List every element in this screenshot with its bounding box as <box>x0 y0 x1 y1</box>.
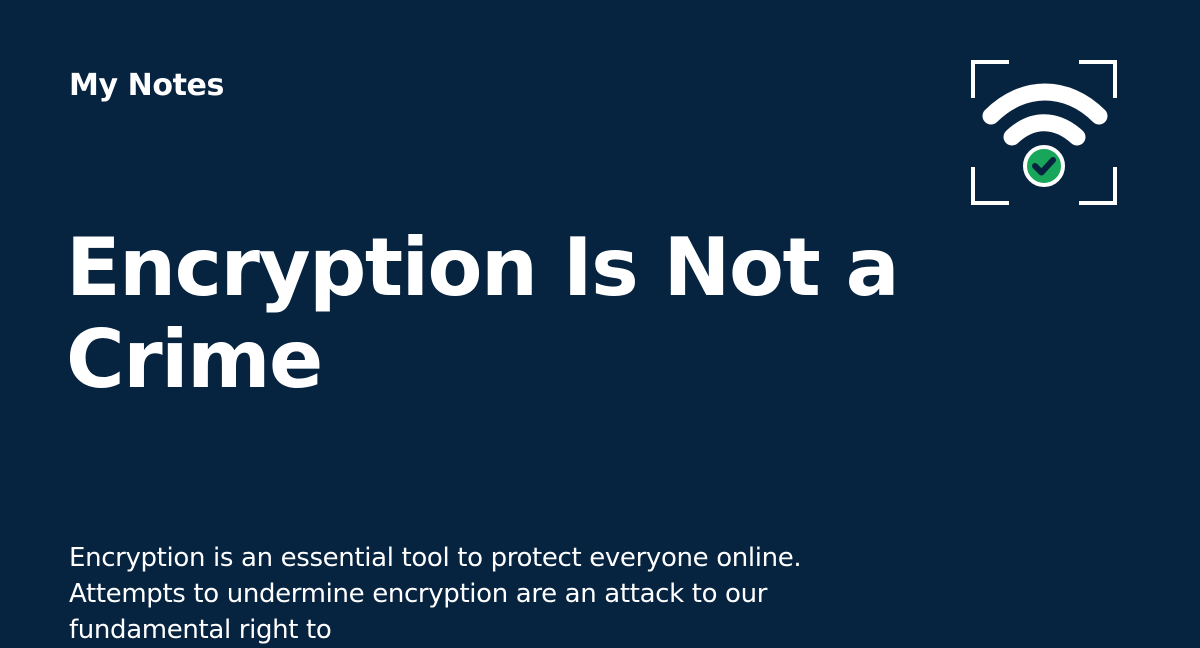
frame-corner-bottom-left <box>971 167 1009 205</box>
wifi-inner-arc <box>1003 114 1086 146</box>
secure-wifi-icon <box>971 60 1117 205</box>
frame-corner-top-left <box>971 60 1009 98</box>
frame-corner-top-right <box>1079 60 1117 98</box>
post-title: Encryption Is Not a Crime <box>66 220 900 406</box>
site-name[interactable]: My Notes <box>69 66 224 106</box>
frame-corner-bottom-right <box>1079 167 1117 205</box>
post-excerpt: Encryption is an essential tool to prote… <box>69 543 802 645</box>
wifi-outer-arc <box>982 83 1108 125</box>
